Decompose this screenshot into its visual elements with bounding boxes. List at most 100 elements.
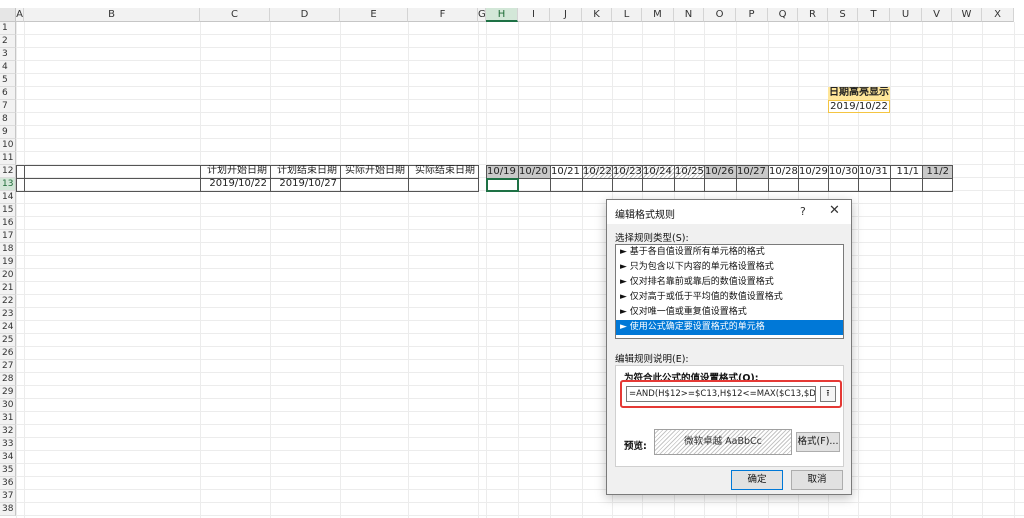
formula-input[interactable]: =AND(H$12>=$C13,H$12<=MAX($C13,$D13),$C1 [626, 386, 816, 402]
date-header-11[interactable]: 10/30 [828, 165, 859, 179]
table-cell[interactable] [24, 165, 201, 179]
row13-value-1[interactable]: 2019/10/27 [270, 178, 340, 191]
row-header-14[interactable]: 14 [0, 191, 16, 204]
column-header-s[interactable]: S [828, 8, 858, 22]
column-header-n[interactable]: N [674, 8, 704, 22]
column-header-p[interactable]: P [736, 8, 768, 22]
row-header-10[interactable]: 10 [0, 139, 16, 152]
row13-value-0[interactable]: 2019/10/22 [200, 178, 270, 191]
date-header-7[interactable]: 10/26 [704, 165, 737, 179]
plan-header-3[interactable]: 实际结束日期 [408, 165, 478, 178]
cancel-button[interactable]: 取消 [791, 470, 843, 490]
row-header-6[interactable]: 6 [0, 87, 16, 100]
row-header-29[interactable]: 29 [0, 386, 16, 399]
gantt-cell[interactable] [858, 178, 891, 192]
plan-header-0[interactable]: 计划开始日期 [200, 165, 270, 178]
gantt-cell[interactable] [798, 178, 829, 192]
date-header-4[interactable]: 10/23 [612, 165, 643, 179]
date-header-14[interactable]: 11/2 [922, 165, 953, 179]
select-all-corner[interactable] [0, 8, 16, 22]
row-header-27[interactable]: 27 [0, 360, 16, 373]
column-header-e[interactable]: E [340, 8, 408, 22]
date-header-10[interactable]: 10/29 [798, 165, 829, 179]
column-header-d[interactable]: D [270, 8, 340, 22]
column-header-l[interactable]: L [612, 8, 642, 22]
rule-type-item-0[interactable]: ► 基于各自值设置所有单元格的格式 [616, 245, 843, 260]
column-header-b[interactable]: B [24, 8, 200, 22]
gantt-cell[interactable] [582, 178, 613, 192]
row-header-23[interactable]: 23 [0, 308, 16, 321]
row-header-5[interactable]: 5 [0, 74, 16, 87]
gantt-cell[interactable] [890, 178, 923, 192]
row-header-34[interactable]: 34 [0, 451, 16, 464]
gantt-cell[interactable] [828, 178, 859, 192]
date-header-8[interactable]: 10/27 [736, 165, 769, 179]
dialog-titlebar[interactable]: 编辑格式规则 ? ✕ [607, 200, 851, 224]
row-header-8[interactable]: 8 [0, 113, 16, 126]
date-header-12[interactable]: 10/31 [858, 165, 891, 179]
date-header-5[interactable]: 10/24 [642, 165, 675, 179]
gantt-cell[interactable] [550, 178, 583, 192]
row-header-7[interactable]: 7 [0, 100, 16, 113]
row13-value-3[interactable] [408, 178, 478, 191]
column-header-k[interactable]: K [582, 8, 612, 22]
help-icon[interactable]: ? [800, 205, 806, 218]
rule-type-item-4[interactable]: ► 仅对唯一值或重复值设置格式 [616, 305, 843, 320]
row-header-36[interactable]: 36 [0, 477, 16, 490]
gantt-cell[interactable] [704, 178, 737, 192]
row-header-33[interactable]: 33 [0, 438, 16, 451]
gantt-cell[interactable] [736, 178, 769, 192]
rule-type-item-2[interactable]: ► 仅对排名靠前或靠后的数值设置格式 [616, 275, 843, 290]
row-header-13[interactable]: 13 [0, 178, 16, 191]
row-header-35[interactable]: 35 [0, 464, 16, 477]
row-header-1[interactable]: 1 [0, 22, 16, 35]
rule-type-list[interactable]: ► 基于各自值设置所有单元格的格式 ► 只为包含以下内容的单元格设置格式 ► 仅对排… [615, 244, 844, 339]
row-header-31[interactable]: 31 [0, 412, 16, 425]
format-button[interactable]: 格式(F)... [796, 432, 840, 452]
gantt-cell[interactable] [642, 178, 675, 192]
column-header-g[interactable]: G [478, 8, 486, 22]
row-header-12[interactable]: 12 [0, 165, 16, 178]
gantt-cell[interactable] [922, 178, 953, 192]
rule-type-item-1[interactable]: ► 只为包含以下内容的单元格设置格式 [616, 260, 843, 275]
column-header-t[interactable]: T [858, 8, 890, 22]
row-header-11[interactable]: 11 [0, 152, 16, 165]
column-header-j[interactable]: J [550, 8, 582, 22]
column-header-m[interactable]: M [642, 8, 674, 22]
ok-button[interactable]: 确定 [731, 470, 783, 490]
rule-type-item-3[interactable]: ► 仅对高于或低于平均值的数值设置格式 [616, 290, 843, 305]
row-header-25[interactable]: 25 [0, 334, 16, 347]
row-header-15[interactable]: 15 [0, 204, 16, 217]
column-header-o[interactable]: O [704, 8, 736, 22]
column-header-v[interactable]: V [922, 8, 952, 22]
date-header-13[interactable]: 11/1 [890, 165, 923, 179]
gantt-cell[interactable] [768, 178, 799, 192]
row-header-38[interactable]: 38 [0, 503, 16, 516]
column-header-f[interactable]: F [408, 8, 478, 22]
row-header-16[interactable]: 16 [0, 217, 16, 230]
column-header-a[interactable]: A [16, 8, 24, 22]
gantt-cell[interactable] [518, 178, 551, 192]
collapse-dialog-icon[interactable]: ⭱ [820, 386, 836, 402]
row-header-3[interactable]: 3 [0, 48, 16, 61]
row-header-9[interactable]: 9 [0, 126, 16, 139]
rule-type-item-5[interactable]: ► 使用公式确定要设置格式的单元格 [616, 320, 843, 335]
row-header-19[interactable]: 19 [0, 256, 16, 269]
row-header-22[interactable]: 22 [0, 295, 16, 308]
highlight-title[interactable]: 日期高亮显示 [828, 87, 890, 100]
highlight-date-input[interactable]: 2019/10/22 [828, 100, 890, 113]
date-header-9[interactable]: 10/28 [768, 165, 799, 179]
active-cell-h13[interactable] [486, 178, 519, 192]
column-header-u[interactable]: U [890, 8, 922, 22]
column-header-h[interactable]: H [486, 8, 518, 22]
date-header-6[interactable]: 10/25 [674, 165, 705, 179]
column-header-w[interactable]: W [952, 8, 982, 22]
row-header-21[interactable]: 21 [0, 282, 16, 295]
table-cell[interactable] [24, 178, 201, 192]
row-header-18[interactable]: 18 [0, 243, 16, 256]
row13-value-2[interactable] [340, 178, 408, 191]
spreadsheet[interactable]: ABCDEFGHIJKLMNOPQRSTUVWX 1 2 3 4 5 6 7 8 9 10 11 12… [0, 0, 1024, 518]
column-header-x[interactable]: X [982, 8, 1014, 22]
column-header-i[interactable]: I [518, 8, 550, 22]
date-header-1[interactable]: 10/20 [518, 165, 551, 179]
